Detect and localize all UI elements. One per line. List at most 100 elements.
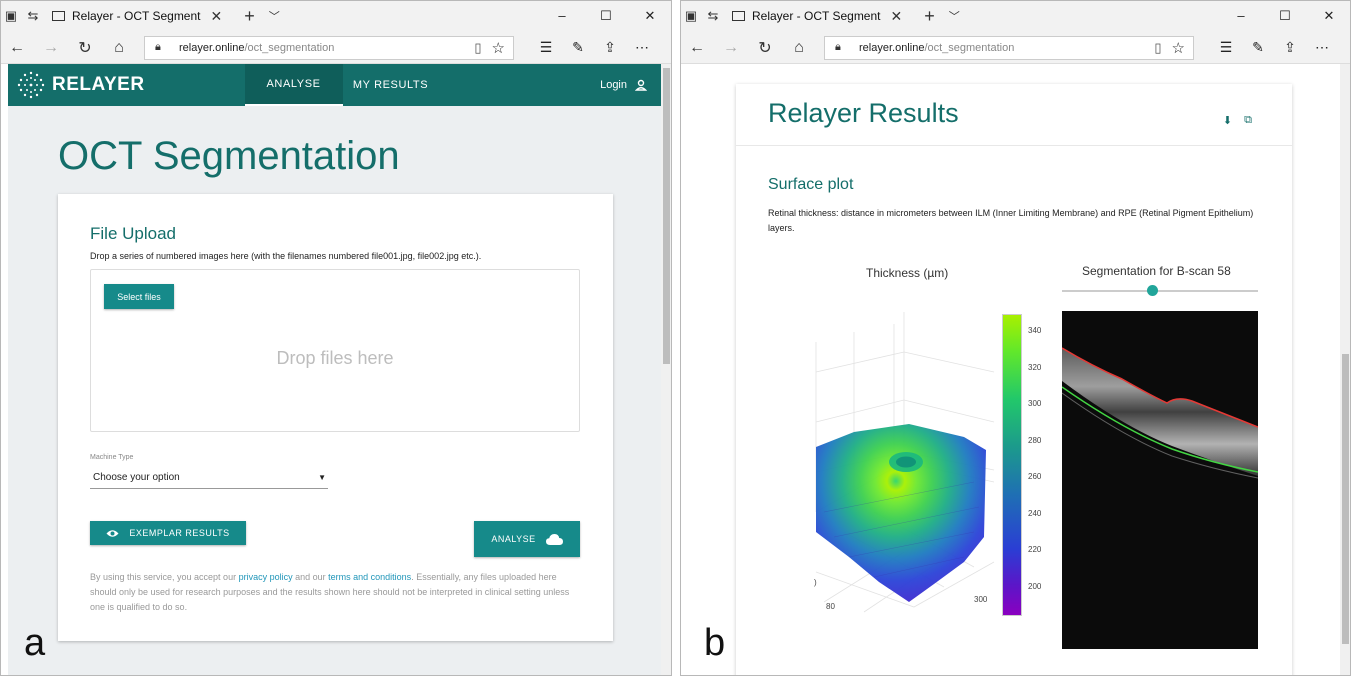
exemplar-results-label: EXEMPLAR RESULTS [129,528,230,538]
minimize-icon[interactable]: – [1219,8,1263,24]
bscan-image[interactable] [1062,311,1258,649]
share-icon[interactable]: ⇪ [594,39,626,56]
thickness-surface-plot[interactable]: ) 80 300 [814,312,1014,622]
nav-analyse[interactable]: ANALYSE [244,64,343,106]
browser-tab[interactable]: Relayer - OCT Segment ✕ [44,0,231,32]
reading-view-icon[interactable]: ▯ [1154,40,1161,56]
tab-title: Relayer - OCT Segment [72,9,201,23]
user-icon [635,79,647,91]
forward-icon[interactable]: → [714,39,748,57]
open-external-icon[interactable]: ⧉ [1244,114,1252,127]
pen-icon[interactable]: ✎ [562,39,594,56]
legal-text-1: By using this service, you accept our [90,572,239,582]
lock-icon: 🔒︎ [835,41,841,53]
download-icon[interactable]: ⬇ [1223,114,1232,127]
colorbar-tick-label: 200 [1028,581,1042,591]
dropdown-arrow-icon: ▼ [318,473,326,482]
slider-handle[interactable] [1147,285,1159,296]
back-icon[interactable]: ← [0,39,34,57]
drop-files-text: Drop files here [276,348,394,368]
browser-tab[interactable]: Relayer - OCT Segment ✕ [724,0,911,32]
refresh-icon[interactable]: ↻ [748,38,782,58]
scrollbar-thumb[interactable] [663,68,670,364]
login-link[interactable]: Login [600,79,647,91]
close-tab-icon[interactable]: ✕ [891,8,903,25]
scrollbar[interactable] [1340,64,1351,676]
section-heading: Surface plot [768,176,854,193]
axis-label-left: 80 [826,602,835,611]
title-bar: ▣ ⇆ Relayer - OCT Segment ✕ + ﹀ – ☐ ✕ [0,0,672,32]
axis-label-right: 300 [974,595,988,604]
home-icon[interactable]: ⌂ [102,39,136,57]
terms-link[interactable]: terms and conditions [328,572,411,582]
scrollbar-thumb[interactable] [1342,354,1349,644]
tab-page-icon [52,11,65,21]
tab-set-aside-icon[interactable]: ▣ [680,0,702,32]
back-icon[interactable]: ← [680,39,714,57]
close-tab-icon[interactable]: ✕ [211,8,223,25]
legal-text-2: and our [292,572,329,582]
panel-label-a: a [24,622,46,664]
minimize-icon[interactable]: – [540,8,584,24]
analyse-button[interactable]: ANALYSE [474,521,580,557]
colorbar-tick-label: 260 [1028,472,1042,481]
maximize-icon[interactable]: ☐ [584,8,628,24]
page-content: RELAYER ANALYSE MY RESULTS Login OCT Seg… [8,64,661,676]
address-bar[interactable]: 🔒︎ relayer.online/oct_segmentation ▯ ☆ [144,35,514,60]
tab-preview-icon[interactable]: ⇆ [702,0,724,32]
axis-edge-label: ) [814,578,817,587]
segmentation-title: Segmentation for B-scan 58 [1082,264,1231,278]
page-content: Relayer Results ⬇ ⧉ Surface plot Retinal… [680,64,1340,676]
title-bar: ▣ ⇆ Relayer - OCT Segment ✕ + ﹀ – ☐ ✕ [680,0,1351,32]
tab-preview-icon[interactable]: ⇆ [22,0,44,32]
machine-type-select[interactable]: Choose your option ▼ [90,467,328,489]
maximize-icon[interactable]: ☐ [1263,8,1307,24]
page-title: OCT Segmentation [58,134,400,178]
brand-name: RELAYER [52,74,145,95]
forward-icon[interactable]: → [34,39,68,57]
favorites-list-icon[interactable]: ☰ [1210,39,1242,56]
scrollbar[interactable] [661,64,672,676]
cloud-icon [545,533,563,545]
file-drop-zone[interactable]: Select files Drop files here [90,269,580,432]
home-icon[interactable]: ⌂ [782,39,816,57]
upload-card: File Upload Drop a series of numbered im… [58,194,613,641]
colorbar-tick-label: 280 [1028,435,1042,445]
address-bar[interactable]: 🔒︎ relayer.online/oct_segmentation ▯ ☆ [824,35,1194,60]
relayer-logo[interactable]: RELAYER [16,70,145,100]
close-window-icon[interactable]: ✕ [1307,8,1351,24]
exemplar-results-button[interactable]: EXEMPLAR RESULTS [90,521,246,545]
results-header: Relayer Results ⬇ ⧉ [736,84,1292,146]
colorbar-tick-label: 220 [1028,545,1042,554]
nav-my-results[interactable]: MY RESULTS [343,64,439,106]
reading-view-icon[interactable]: ▯ [474,40,481,56]
new-tab-icon[interactable]: + [924,6,935,27]
refresh-icon[interactable]: ↻ [68,38,102,58]
tab-set-aside-icon[interactable]: ▣ [0,0,22,32]
favorites-list-icon[interactable]: ☰ [530,39,562,56]
navigation-bar: ← → ↻ ⌂ 🔒︎ relayer.online/oct_segmentati… [680,32,1351,64]
colorbar-tick-label: 300 [1028,399,1042,408]
colorbar-tick-label: 320 [1028,362,1042,372]
more-icon[interactable]: ⋯ [1306,39,1338,56]
results-card: Relayer Results ⬇ ⧉ Surface plot Retinal… [736,84,1292,676]
pen-icon[interactable]: ✎ [1242,39,1274,56]
tab-page-icon [732,11,745,21]
tab-title: Relayer - OCT Segment [752,9,881,23]
close-window-icon[interactable]: ✕ [628,8,672,24]
section-description: Retinal thickness: distance in micromete… [768,208,1254,233]
bscan-slider[interactable] [1062,285,1258,296]
thickness-plot-title: Thickness (µm) [866,266,949,280]
favorite-star-icon[interactable]: ☆ [492,39,505,57]
chevron-down-icon[interactable]: ﹀ [269,8,280,24]
share-icon[interactable]: ⇪ [1274,39,1306,56]
favorite-star-icon[interactable]: ☆ [1172,39,1185,57]
privacy-policy-link[interactable]: privacy policy [239,572,293,582]
upload-description: Drop a series of numbered images here (w… [90,251,482,261]
more-icon[interactable]: ⋯ [626,39,658,56]
chevron-down-icon[interactable]: ﹀ [949,8,960,24]
select-files-button[interactable]: Select files [104,284,174,309]
colorbar-tick-label: 340 [1028,326,1042,335]
new-tab-icon[interactable]: + [244,6,255,27]
file-upload-heading: File Upload [90,224,176,243]
